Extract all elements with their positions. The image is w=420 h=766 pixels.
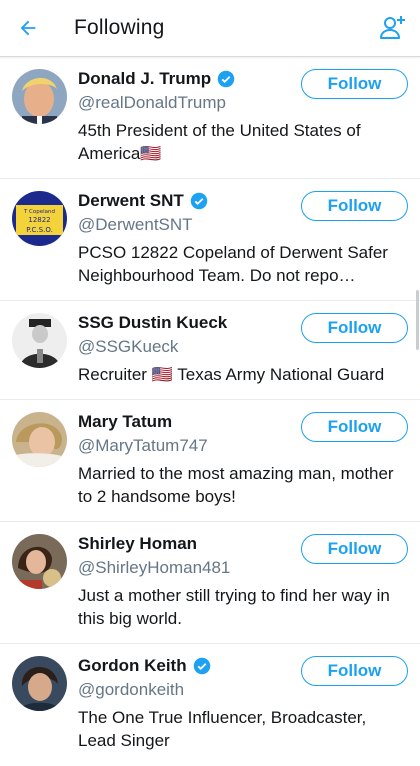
user-bio: PCSO 12822 Copeland of Derwent Safer Nei… [78, 243, 388, 285]
add-user-icon [380, 16, 405, 39]
list-item[interactable]: Donald J. Trump @realDonaldTrump 45th Pr… [0, 57, 420, 179]
add-user-button[interactable] [376, 10, 410, 44]
user-name: Mary Tatum [78, 412, 173, 431]
user-bio: Married to the most amazing man, mother … [78, 464, 394, 506]
user-name: Derwent SNT [78, 191, 184, 210]
avatar[interactable] [12, 656, 67, 711]
user-name: Gordon Keith [78, 656, 187, 675]
user-name: Shirley Homan [78, 534, 198, 553]
avatar[interactable]: T Copeland 12822 P.C.S.O. [12, 191, 67, 246]
user-bio: Recruiter 🇺🇸 Texas Army National Guard [78, 365, 385, 384]
user-name: SSG Dustin Kueck [78, 313, 228, 332]
back-arrow-icon [20, 20, 36, 36]
avatar[interactable] [12, 412, 67, 467]
avatar[interactable] [12, 69, 67, 124]
user-bio: Just a mother still trying to find her w… [78, 586, 390, 628]
follow-button[interactable]: Follow [301, 412, 408, 442]
scrollbar[interactable] [416, 290, 419, 350]
avatar[interactable] [12, 534, 67, 589]
list-item[interactable]: T Copeland 12822 P.C.S.O. Derwent SNT @D… [0, 179, 420, 301]
list-item[interactable]: Shirley Homan @ShirleyHoman481 Just a mo… [0, 522, 420, 644]
list-item[interactable]: Mary Tatum @MaryTatum747 Married to the … [0, 400, 420, 522]
verified-badge-icon [190, 192, 208, 210]
avatar[interactable] [12, 313, 67, 368]
list-item[interactable]: Gordon Keith @gordonkeith The One True I… [0, 644, 420, 766]
follow-button[interactable]: Follow [301, 69, 408, 99]
top-app-bar: Following [0, 0, 420, 57]
verified-badge-icon [193, 657, 210, 675]
user-bio: 45th President of the United States of A… [78, 121, 361, 163]
verified-badge-icon [217, 70, 235, 88]
list-item[interactable]: SSG Dustin Kueck @SSGKueck Recruiter 🇺🇸 … [0, 301, 420, 400]
follow-button[interactable]: Follow [301, 313, 408, 343]
user-name: Donald J. Trump [78, 69, 212, 88]
avatar-badge-text: 12822 [28, 216, 50, 224]
avatar-badge-text: T Copeland [23, 209, 55, 215]
avatar-badge-text: P.C.S.O. [26, 226, 53, 234]
back-button[interactable] [0, 0, 56, 56]
following-list: Donald J. Trump @realDonaldTrump 45th Pr… [0, 57, 420, 766]
follow-button[interactable]: Follow [301, 191, 408, 221]
page-title: Following [74, 16, 165, 39]
follow-button[interactable]: Follow [301, 534, 408, 564]
follow-button[interactable]: Follow [301, 656, 408, 686]
user-bio: The One True Influencer, Broadcaster, Le… [78, 708, 367, 750]
